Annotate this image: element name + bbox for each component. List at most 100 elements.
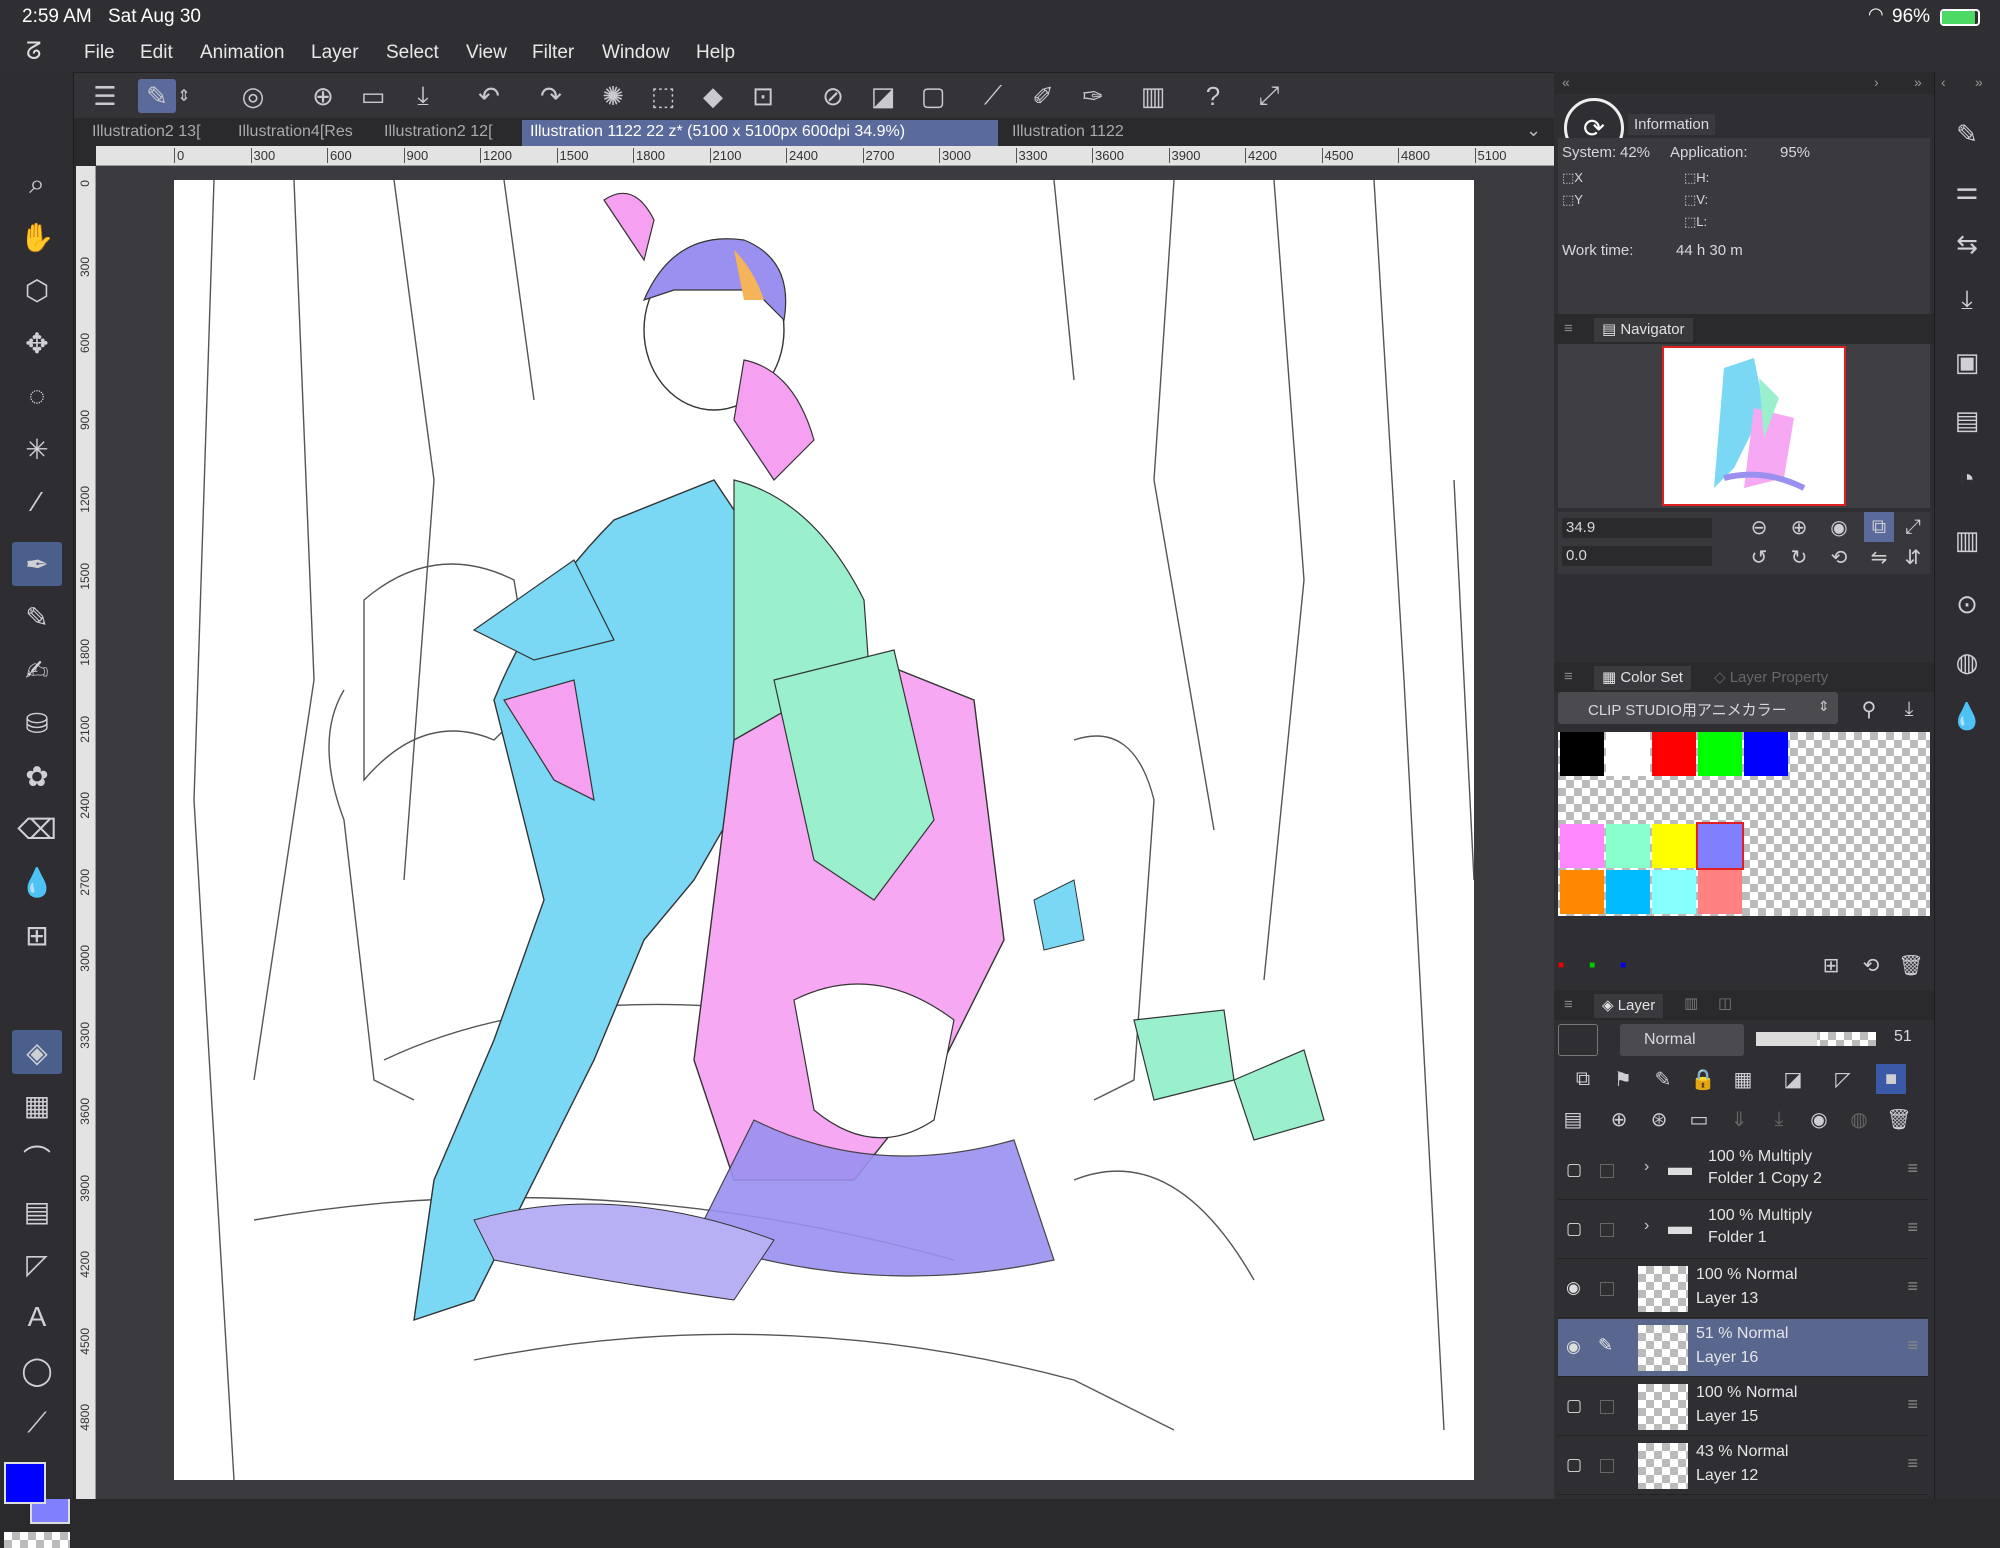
color-swatch-grid[interactable] [1558, 732, 1930, 916]
menu-animation[interactable]: Animation [200, 42, 285, 64]
menu-window[interactable]: Window [602, 42, 670, 64]
intermediate-color-icon[interactable]: 💧 [1945, 694, 1989, 738]
delete-color-icon[interactable]: 🗑 [1896, 950, 1926, 980]
lock-box[interactable] [1600, 1223, 1614, 1237]
flip-horizontal-icon[interactable]: ⇋ [1864, 542, 1894, 572]
balloon-tool-icon[interactable]: ◯ [12, 1348, 62, 1392]
canvas-artwork[interactable] [174, 179, 1475, 1481]
layer-palette-icon[interactable]: ▣ [1945, 340, 1989, 384]
visibility-eye-icon[interactable]: ▢ [1566, 1396, 1586, 1416]
blend-tool-icon[interactable]: 💧 [12, 860, 62, 904]
edit-target-pen-icon[interactable]: ✎ [1598, 1335, 1613, 1356]
ruler-icon[interactable]: ⟋ [974, 79, 1012, 113]
color-swatch[interactable] [1560, 824, 1604, 868]
color-swatch[interactable] [1744, 732, 1788, 776]
layer-row[interactable]: ▢ 43 % Normal Layer 12 ≡ [1558, 1437, 1928, 1495]
color-swatch[interactable] [1652, 870, 1696, 914]
navigator-palette-icon[interactable]: ▤ [1945, 398, 1989, 442]
lock-transparency-icon[interactable]: ▦ [1728, 1064, 1758, 1094]
colorset-preset-select[interactable]: CLIP STUDIO用アニメカラー [1558, 692, 1838, 724]
color-swatch[interactable] [1560, 870, 1604, 914]
apply-mask-icon[interactable]: ◍ [1844, 1104, 1874, 1134]
mask-enable-icon[interactable]: ◪ [1778, 1064, 1808, 1094]
lock-box[interactable] [1600, 1400, 1614, 1414]
navigator-tab[interactable]: ▤ Navigator [1594, 318, 1693, 342]
layer-color-icon[interactable]: ■ [1876, 1064, 1906, 1094]
drag-handle-icon[interactable]: ≡ [1907, 1335, 1918, 1356]
fullscreen-icon[interactable]: ⤢ [1250, 79, 1288, 113]
create-mask-icon[interactable]: ◉ [1804, 1104, 1834, 1134]
flip-vertical-icon[interactable]: ⇵ [1898, 542, 1928, 572]
save-icon[interactable]: ⤓ [404, 79, 442, 113]
color-wheel-icon[interactable]: ◔ [1945, 456, 1989, 500]
blend-mode-select[interactable]: Normal [1620, 1024, 1744, 1056]
menu-select[interactable]: Select [386, 42, 439, 64]
rotate-right-icon[interactable]: ↻ [1784, 542, 1814, 572]
reset-rotation-icon[interactable]: ⟲ [1824, 542, 1854, 572]
zoom-tool-icon[interactable]: ⌕ [12, 162, 62, 206]
clear-selection-icon[interactable]: ✺ [594, 79, 632, 113]
menu-file[interactable]: File [84, 42, 115, 64]
color-swatch[interactable] [1560, 732, 1604, 776]
edit-mode-icon[interactable]: ✎ [138, 79, 176, 113]
panel-grip-icon[interactable]: ≡ [1564, 996, 1573, 1013]
menu-help[interactable]: Help [696, 42, 735, 64]
undo-icon[interactable]: ↶ [470, 79, 508, 113]
frame-tool-icon[interactable]: ▤ [12, 1189, 62, 1233]
layer-tab[interactable]: ◈ Layer [1594, 994, 1664, 1018]
ruler-show-icon[interactable]: ◸ [1828, 1064, 1858, 1094]
visibility-eye-icon[interactable]: ▢ [1566, 1219, 1586, 1239]
new-raster-layer-icon[interactable]: ⊕ [1604, 1104, 1634, 1134]
eyedropper-icon[interactable]: ⁄ [12, 480, 62, 524]
approx-color-icon[interactable]: ◍ [1945, 640, 1989, 684]
clip-lower-layer-icon[interactable]: ⧉ [1568, 1064, 1598, 1094]
colorset-settings-icon[interactable]: ⚲ [1854, 694, 1884, 724]
folder-expand-chevron-icon[interactable]: › [1644, 1158, 1649, 1176]
animation-cels-tab[interactable]: ◫ [1718, 994, 1732, 1012]
drag-handle-icon[interactable]: ≡ [1907, 1158, 1918, 1179]
brush-tool-icon[interactable]: ✍ [12, 648, 62, 692]
reference-layer-icon[interactable]: ⚑ [1608, 1064, 1638, 1094]
visibility-eye-icon[interactable]: ▢ [1566, 1455, 1586, 1475]
rotate-left-icon[interactable]: ↺ [1744, 542, 1774, 572]
companion-mode-icon[interactable]: ◎ [234, 79, 272, 113]
material-icon[interactable]: ⤓ [1945, 278, 1989, 322]
airbrush-tool-icon[interactable]: ⛁ [12, 701, 62, 745]
sub-tool-icon[interactable]: ✎ [1945, 112, 1989, 156]
add-color-icon[interactable]: ⊞ [1816, 950, 1846, 980]
transform-icon[interactable]: ⊡ [744, 79, 782, 113]
eraser-tool-icon[interactable]: ⌫ [12, 807, 62, 851]
layer-row[interactable]: ▢ 100 % Normal Layer 15 ≡ [1558, 1378, 1928, 1436]
layer-row[interactable]: ◉ 100 % Normal Layer 13 ≡ [1558, 1260, 1928, 1318]
hamburger-menu-icon[interactable]: ☰ [86, 79, 124, 113]
lock-box[interactable] [1600, 1459, 1614, 1473]
tab-illustration4[interactable]: Illustration4[Res [230, 120, 370, 146]
tab-illustration-1122[interactable]: Illustration 1122 [1004, 120, 1154, 146]
layer-row[interactable]: ◉ ✎ 51 % Normal Layer 16 ≡ [1558, 1319, 1928, 1377]
drag-handle-icon[interactable]: ≡ [1907, 1276, 1918, 1297]
zoom-out-icon[interactable]: ⊖ [1744, 512, 1774, 542]
new-folder-icon[interactable]: ▭ [1684, 1104, 1714, 1134]
panel-collapse-bar[interactable]: «›» [1554, 72, 1934, 94]
main-color-swatch[interactable] [4, 1462, 46, 1504]
zoom-value[interactable]: 34.9 [1562, 518, 1712, 538]
layer-row[interactable]: ▢ › ▬ 100 % Multiply Folder 1 Copy 2 ≡ [1558, 1142, 1928, 1200]
brush-stabilize-icon[interactable]: ✐ [1024, 79, 1062, 113]
lock-box[interactable] [1600, 1282, 1614, 1296]
rotation-value[interactable]: 0.0 [1562, 546, 1712, 566]
help-icon[interactable]: ? [1194, 79, 1232, 113]
tabs-dropdown-chevron-icon[interactable]: ⌄ [1526, 120, 1541, 141]
correct-line-icon[interactable]: ⟋ [12, 1401, 62, 1445]
fill-icon[interactable]: ◆ [694, 79, 732, 113]
tab-illustration-1122-22-active[interactable]: Illustration 1122 22 z* (5100 x 5100px 6… [522, 120, 998, 146]
selection-invert-icon[interactable]: ◪ [864, 79, 902, 113]
hand-tool-icon[interactable]: ✋ [12, 215, 62, 259]
drag-handle-icon[interactable]: ≡ [1907, 1217, 1918, 1238]
tab-illustration2-13[interactable]: Illustration2 13[ [84, 120, 224, 146]
panel-grip-icon[interactable]: ≡ [1564, 668, 1573, 685]
gradient-tool-icon[interactable]: ▦ [12, 1083, 62, 1127]
fit-screen-icon[interactable]: ◉ [1824, 512, 1854, 542]
lasso-tool-icon[interactable]: ◌ [12, 374, 62, 418]
color-swatch[interactable] [1698, 870, 1742, 914]
move-tool-icon[interactable]: ✥ [12, 321, 62, 365]
